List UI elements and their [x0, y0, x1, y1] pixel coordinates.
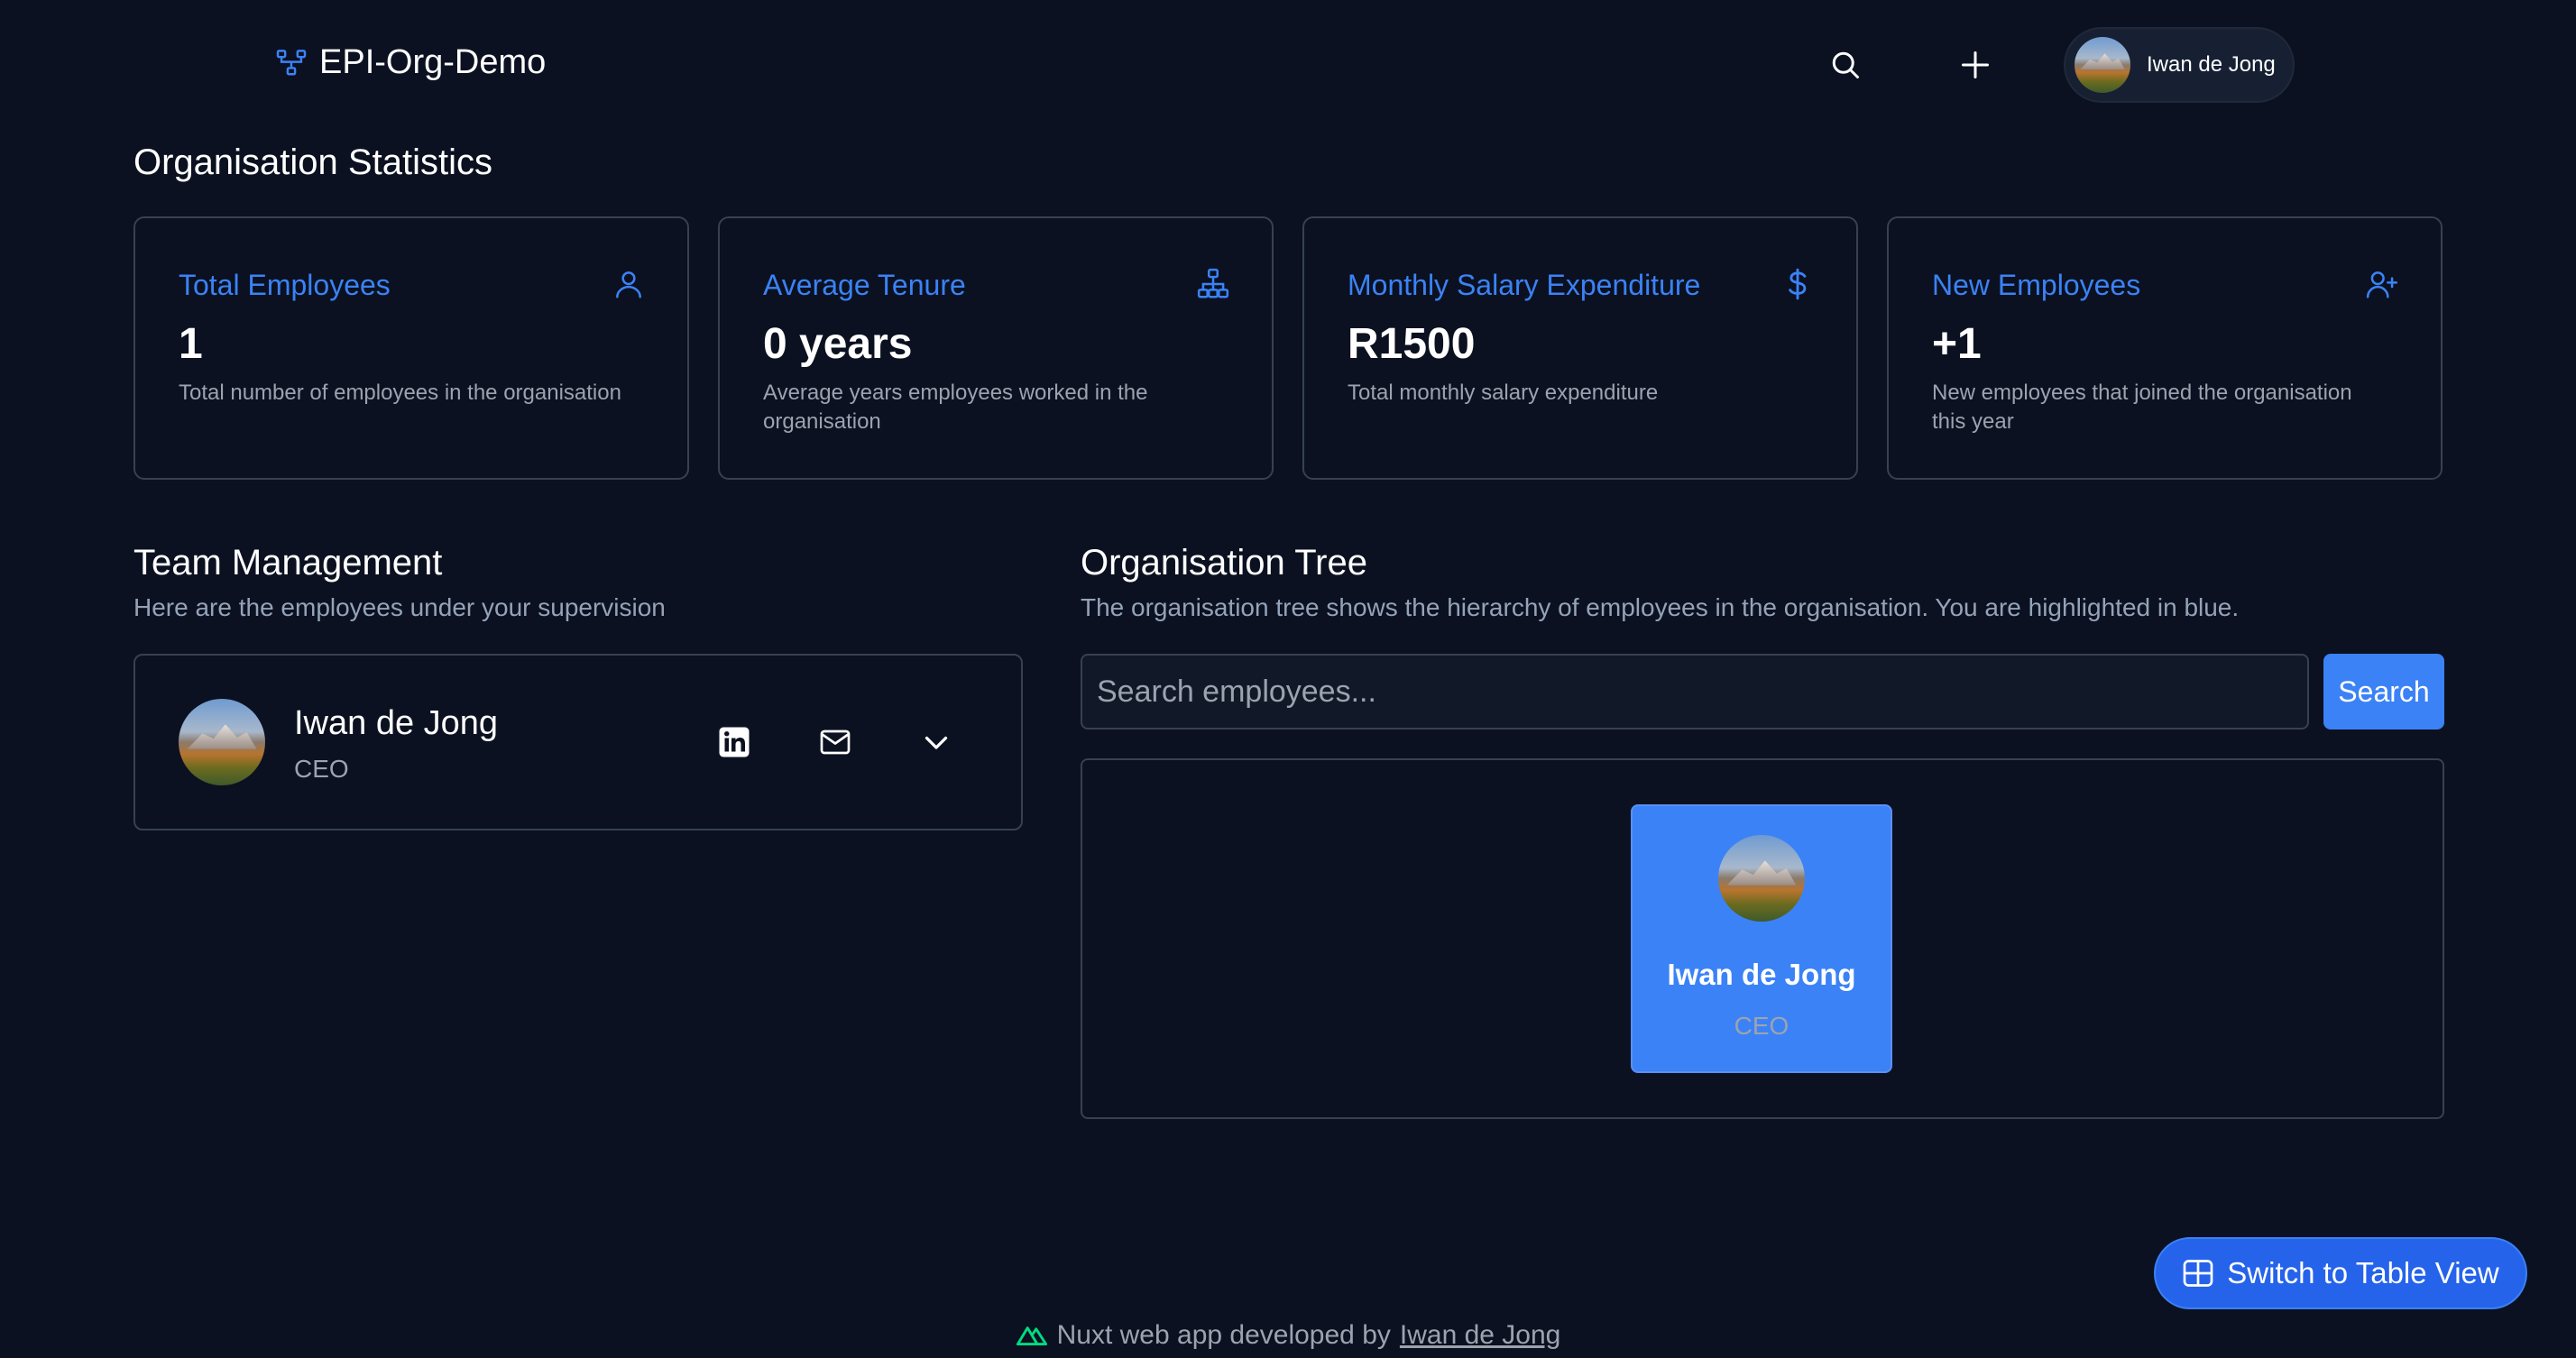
- stat-value: +1: [1932, 320, 1982, 368]
- switch-button-label: Switch to Table View: [2227, 1256, 2499, 1289]
- team-management-subtitle: Here are the employees under your superv…: [133, 593, 666, 621]
- employee-search-input[interactable]: [1081, 654, 2309, 729]
- app-brand[interactable]: EPI-Org-Demo: [276, 43, 546, 82]
- org-chart-icon: [276, 49, 307, 75]
- node-role: CEO: [1734, 1012, 1789, 1040]
- email-button[interactable]: [803, 710, 868, 775]
- linkedin-icon: [719, 727, 750, 757]
- nuxt-logo-icon: [1016, 1326, 1047, 1346]
- footer-text: Nuxt web app developed by: [1056, 1320, 1391, 1350]
- stat-label: New Employees: [1932, 269, 2141, 301]
- app-title: EPI-Org-Demo: [319, 43, 547, 81]
- user-plus-icon: [2366, 271, 2398, 298]
- stat-label: Total Employees: [179, 269, 391, 301]
- expand-button[interactable]: [904, 710, 969, 775]
- user-menu-button[interactable]: Iwan de Jong: [2064, 27, 2295, 103]
- stat-description: Average years employees worked in the or…: [763, 381, 1148, 434]
- stat-value: 0 years: [763, 320, 913, 368]
- table-icon: [2183, 1260, 2213, 1287]
- stat-description: New employees that joined the organisati…: [1932, 381, 2352, 434]
- stat-label: Monthly Salary Expenditure: [1348, 269, 1701, 301]
- avatar: [2075, 37, 2130, 93]
- team-member-card: Iwan de Jong CEO: [133, 654, 1023, 830]
- stat-description: Total number of employees in the organis…: [179, 381, 621, 405]
- footer: Nuxt web app developed by Iwan de Jong: [0, 1320, 2576, 1351]
- stat-description: Total monthly salary expenditure: [1348, 381, 1659, 405]
- stat-card-average-tenure: Average Tenure 0 years Average years emp…: [718, 216, 1274, 480]
- avatar: [1718, 835, 1805, 922]
- add-button[interactable]: [1943, 32, 2008, 97]
- switch-to-table-view-button[interactable]: Switch to Table View: [2154, 1237, 2527, 1309]
- stat-card-total-employees: Total Employees 1 Total number of employ…: [133, 216, 689, 480]
- organisation-tree-title: Organisation Tree: [1081, 543, 1367, 583]
- plus-icon: [1962, 51, 1989, 78]
- node-name: Iwan de Jong: [1667, 958, 1856, 991]
- tree-node-current-user[interactable]: Iwan de Jong CEO: [1631, 804, 1892, 1073]
- mail-icon: [820, 729, 851, 755]
- search-submit-button[interactable]: Search: [2323, 654, 2444, 729]
- stat-label: Average Tenure: [763, 269, 966, 301]
- member-role: CEO: [294, 755, 349, 783]
- linkedin-button[interactable]: [702, 710, 767, 775]
- team-management-title: Team Management: [133, 543, 443, 583]
- organisation-tree-subtitle: The organisation tree shows the hierarch…: [1081, 593, 2240, 621]
- user-icon: [616, 271, 641, 298]
- member-name: Iwan de Jong: [294, 704, 499, 742]
- avatar: [179, 699, 265, 785]
- statistics-title: Organisation Statistics: [133, 142, 492, 182]
- hierarchy-icon: [1197, 268, 1229, 298]
- search-button[interactable]: [1813, 32, 1878, 97]
- footer-author-link[interactable]: Iwan de Jong: [1400, 1320, 1560, 1351]
- dollar-icon: [1789, 268, 1807, 300]
- stat-value: 1: [179, 320, 203, 368]
- chevron-down-icon: [925, 736, 948, 749]
- user-name: Iwan de Jong: [2147, 52, 2276, 77]
- stat-card-new-employees: New Employees +1 New employees that join…: [1887, 216, 2443, 480]
- search-icon: [1832, 51, 1859, 78]
- stat-value: R1500: [1348, 320, 1476, 368]
- stat-card-monthly-salary: Monthly Salary Expenditure R1500 Total m…: [1302, 216, 1858, 480]
